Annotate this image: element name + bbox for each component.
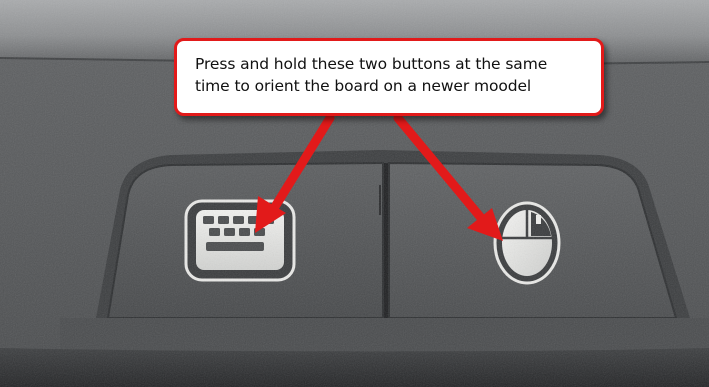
callout-text: Press and hold these two buttons at the … (195, 53, 583, 97)
callout-line-1: Press and hold these two buttons at the … (195, 55, 548, 73)
instruction-callout: Press and hold these two buttons at the … (174, 38, 604, 116)
callout-line-2: time to orient the board on a newer mood… (195, 77, 532, 95)
